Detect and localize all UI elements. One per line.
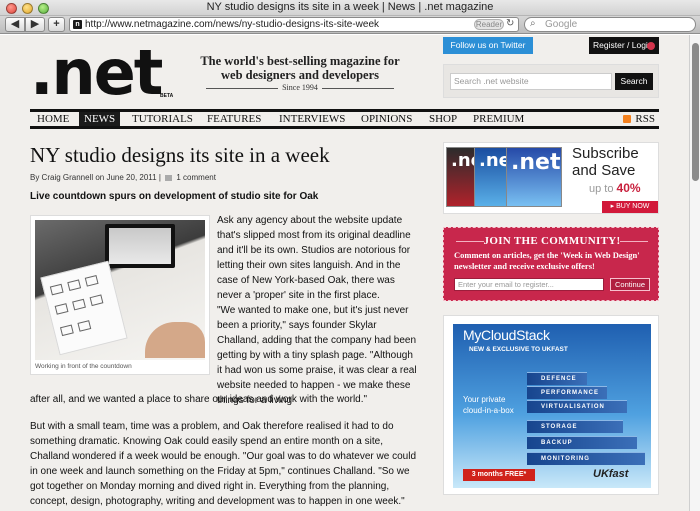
- rss-label: RSS: [635, 113, 655, 125]
- sketch-box: [67, 279, 82, 292]
- sketch-paper-image: [40, 260, 128, 356]
- paragraph-1: Ask any agency about the website update …: [217, 215, 411, 301]
- add-bookmark-button[interactable]: +: [48, 17, 65, 32]
- discount-percent: 40%: [616, 181, 641, 195]
- subscribe-title: Subscribe: [572, 145, 639, 162]
- url-text[interactable]: http://www.netmagazine.com/news/ny-studi…: [85, 19, 379, 30]
- browser-window: NY studio designs its site in a week | N…: [0, 0, 700, 511]
- scrollbar-thumb[interactable]: [692, 43, 699, 181]
- laptop-image: [105, 224, 175, 268]
- community-text: Comment on articles, get the 'Week in We…: [454, 250, 640, 271]
- byline-text: By Craig Grannell on June 20, 2011 |: [30, 173, 161, 182]
- byline: By Craig Grannell on June 20, 2011 | 1 c…: [30, 173, 216, 182]
- nav-features[interactable]: FEATURES: [207, 112, 261, 126]
- article-figure: Working in front of the countdown: [30, 215, 210, 375]
- email-register-input[interactable]: Enter your email to register...: [454, 278, 604, 291]
- back-button[interactable]: ◀: [5, 17, 25, 32]
- main-navigation: HOME NEWS TUTORIALS FEATURES INTERVIEWS …: [30, 109, 659, 129]
- sketch-box: [77, 320, 92, 332]
- since-line: Since 1994: [190, 83, 410, 92]
- ad-strip: DEFENCE: [527, 372, 587, 385]
- vertical-scrollbar[interactable]: [689, 35, 700, 511]
- continue-button[interactable]: Continue: [610, 278, 650, 291]
- magazine-cover-image: .net: [506, 147, 562, 207]
- join-community-box: JOIN THE COMMUNITY! Comment on articles,…: [443, 227, 659, 301]
- nav-shop[interactable]: SHOP: [429, 112, 457, 126]
- community-title: JOIN THE COMMUNITY!: [444, 235, 660, 247]
- site-search-button[interactable]: Search: [615, 73, 653, 90]
- figure-caption: Working in front of the countdown: [35, 363, 132, 370]
- cover-logo: .net: [511, 150, 561, 175]
- subscribe-discount: up to 40%: [589, 181, 641, 195]
- search-icon: ⌕: [530, 18, 536, 29]
- sketch-box: [49, 283, 64, 296]
- sketch-box: [84, 275, 99, 287]
- nav-opinions[interactable]: OPINIONS: [361, 112, 412, 126]
- subscribe-save: and Save: [572, 162, 636, 179]
- mycloudstack-ad[interactable]: MyCloudStack NEW & EXCLUSIVE TO UKFAST Y…: [453, 324, 651, 488]
- address-bar[interactable]: n http://www.netmagazine.com/news/ny-stu…: [69, 17, 519, 32]
- advertisement[interactable]: MyCloudStack NEW & EXCLUSIVE TO UKFAST Y…: [443, 315, 659, 495]
- forward-button[interactable]: ▶: [25, 17, 45, 32]
- article-standfirst: Live countdown spurs on development of s…: [30, 191, 319, 202]
- ad-title: MyCloudStack: [463, 327, 550, 343]
- article-headline: NY studio designs its site in a week: [30, 143, 330, 167]
- browser-search-placeholder: Google: [545, 19, 578, 30]
- ad-strip: BACKUP: [527, 436, 637, 449]
- reload-icon[interactable]: ↻: [506, 18, 514, 29]
- paragraph-3: But with a small team, time was a proble…: [30, 421, 417, 507]
- buy-now-button[interactable]: ▸ BUY NOW: [602, 201, 658, 213]
- sketch-box: [59, 324, 74, 337]
- browser-search-field[interactable]: ⌕ Google: [524, 17, 696, 32]
- site-search-input[interactable]: Search .net website: [450, 73, 612, 90]
- login-arrow-icon: [647, 42, 655, 50]
- ad-copy: Your private cloud-in-a-box: [463, 395, 514, 415]
- sketch-box: [72, 298, 86, 311]
- ad-strip: PERFORMANCE: [527, 386, 607, 399]
- article-photo: [35, 220, 205, 360]
- reader-button[interactable]: Reader: [474, 19, 504, 30]
- comments-link[interactable]: 1 comment: [176, 173, 216, 182]
- window-title: NY studio designs its site in a week | N…: [206, 1, 494, 13]
- ad-strip: MONITORING: [527, 452, 645, 465]
- subscribe-promo[interactable]: .net .net .net Subscribe and Save up to …: [443, 142, 659, 214]
- ad-strip: VIRTUALISATION: [527, 400, 627, 413]
- hand-image: [145, 322, 205, 358]
- twitter-follow-button[interactable]: Follow us on Twitter: [443, 37, 533, 54]
- site-favicon-icon: n: [73, 20, 82, 29]
- ukfast-logo: UKfast: [593, 468, 629, 480]
- upto-label: up to: [589, 183, 614, 195]
- web-page: .net BETA The world's best-selling magaz…: [0, 35, 689, 511]
- rss-icon: [623, 115, 632, 123]
- sketch-box: [89, 294, 104, 307]
- since-text: Since 1994: [278, 83, 322, 92]
- nav-interviews[interactable]: INTERVIEWS: [279, 112, 345, 126]
- nav-premium[interactable]: PREMIUM: [473, 112, 524, 126]
- rss-link[interactable]: RSS: [623, 112, 655, 126]
- nav-news[interactable]: NEWS: [79, 112, 121, 126]
- title-bar: NY studio designs its site in a week | N…: [0, 0, 700, 16]
- sketch-box: [54, 303, 69, 315]
- net-logo[interactable]: .net: [30, 42, 163, 104]
- laptop-screen: [109, 228, 171, 264]
- nav-tutorials[interactable]: TUTORIALS: [132, 112, 193, 126]
- ad-subtitle: NEW & EXCLUSIVE TO UKFAST: [469, 346, 568, 353]
- ad-cta-button[interactable]: 3 months FREE*: [463, 469, 535, 481]
- comment-icon: [165, 175, 173, 181]
- nav-home[interactable]: HOME: [37, 112, 69, 126]
- paragraph-2-continued: after all, and we wanted a place to shar…: [30, 394, 368, 405]
- ad-strip: STORAGE: [527, 420, 623, 433]
- beta-badge: BETA: [160, 93, 174, 99]
- login-label: Register / Login: [593, 40, 653, 50]
- register-login-button[interactable]: Register / Login: [589, 37, 659, 54]
- tagline: The world's best-selling magazine for we…: [200, 54, 400, 82]
- site-search-box: Search .net website Search: [443, 64, 659, 98]
- browser-toolbar: ◀ ▶ + n http://www.netmagazine.com/news/…: [0, 16, 700, 34]
